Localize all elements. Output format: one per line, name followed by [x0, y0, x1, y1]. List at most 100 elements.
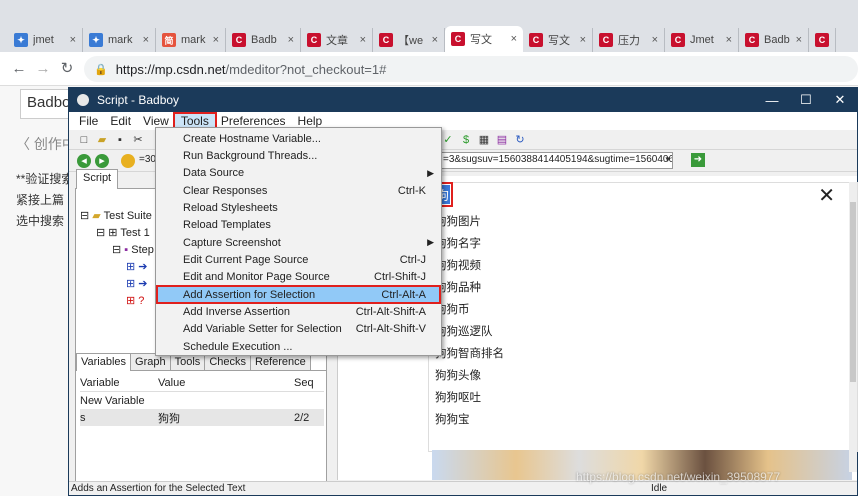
- grid-icon[interactable]: ▦: [477, 133, 491, 147]
- tab-close-icon[interactable]: ×: [288, 34, 294, 46]
- menu-item-schedule-execution[interactable]: Schedule Execution ...: [157, 338, 440, 355]
- browser-tab[interactable]: ✦ jmet ×: [8, 28, 83, 52]
- tree-node-suite[interactable]: ⊟ ▰ Test Suite: [80, 209, 152, 222]
- menu-item-shortcut: Ctrl-Alt-A: [381, 288, 426, 301]
- menu-edit[interactable]: Edit: [104, 114, 137, 128]
- menu-item-label: Reload Templates: [183, 219, 271, 232]
- tree-node-test[interactable]: ⊟ ⊞ Test 1: [96, 226, 150, 239]
- column-header[interactable]: Value: [158, 377, 294, 389]
- suggestion-item[interactable]: 狗狗智商排名: [435, 345, 504, 361]
- maximize-icon[interactable]: ☐: [789, 92, 823, 108]
- menu-item-reload-templates[interactable]: Reload Templates: [157, 217, 440, 234]
- menu-item-add-variable-setter-for-selection[interactable]: Add Variable Setter for Selection Ctrl-Al…: [157, 321, 440, 338]
- tab-close-icon[interactable]: ×: [796, 34, 802, 46]
- menu-view[interactable]: View: [137, 114, 175, 128]
- badboy-url-combo[interactable]: =3&sugsuv=1560388414405194&sugtime=15604…: [439, 152, 673, 169]
- tab-close-icon[interactable]: ×: [580, 34, 586, 46]
- menu-item-add-inverse-assertion[interactable]: Add Inverse Assertion Ctrl-Alt-Shift-A: [157, 304, 440, 321]
- menu-help[interactable]: Help: [292, 114, 329, 128]
- column-header[interactable]: Seq: [294, 377, 324, 389]
- tab-script[interactable]: Script: [76, 169, 119, 189]
- browser-tab[interactable]: ✦ mark ×: [83, 28, 156, 52]
- tab-variables[interactable]: Variables: [76, 353, 132, 371]
- menu-item-data-source[interactable]: Data Source ▶: [157, 165, 440, 182]
- tree-label: Step: [131, 244, 154, 256]
- forward-arrow-icon[interactable]: →: [34, 60, 52, 78]
- nav-forward-icon[interactable]: ▸: [95, 154, 109, 168]
- menu-item-edit-and-monitor-page-source[interactable]: Edit and Monitor Page Source Ctrl-Shift-J: [157, 269, 440, 286]
- browser-tab[interactable]: C Jmet ×: [665, 28, 739, 52]
- close-icon[interactable]: ✕: [823, 92, 857, 108]
- tab-close-icon[interactable]: ×: [726, 34, 732, 46]
- chart-icon[interactable]: ▤: [495, 133, 509, 147]
- browser-tab[interactable]: C 压力 ×: [593, 28, 665, 52]
- table-row[interactable]: New Variable: [80, 392, 324, 409]
- browser-tab[interactable]: Cb: [809, 28, 836, 52]
- minimize-icon[interactable]: —: [755, 93, 789, 108]
- table-row[interactable]: s 狗狗 2/2: [80, 409, 324, 426]
- clear-search-icon[interactable]: ✕: [818, 183, 835, 208]
- watermark-text: https://blog.csdn.net/weixin_39508977: [576, 470, 781, 484]
- back-to-drafts-link[interactable]: 〈 创作中: [16, 134, 76, 154]
- checkmark-icon[interactable]: ✓: [441, 133, 455, 147]
- vertical-scrollbar[interactable]: [849, 182, 857, 472]
- open-folder-icon[interactable]: ▰: [95, 133, 109, 147]
- menu-file[interactable]: File: [73, 114, 104, 128]
- menu-item-capture-screenshot[interactable]: Capture Screenshot ▶: [157, 234, 440, 251]
- menu-item-label: Add Assertion for Selection: [183, 288, 316, 301]
- menu-item-run-background-threads[interactable]: Run Background Threads...: [157, 147, 440, 164]
- tree-node-request[interactable]: ⊞ ➔: [126, 260, 148, 273]
- tree-node-request[interactable]: ⊞ ➔: [126, 277, 148, 290]
- browser-tab[interactable]: C Badb ×: [226, 28, 301, 52]
- tree-node-assertion[interactable]: ⊞ ?: [126, 294, 144, 307]
- go-arrow-icon[interactable]: ➜: [691, 153, 705, 167]
- tab-close-icon[interactable]: ×: [213, 34, 219, 46]
- menu-tools[interactable]: Tools: [172, 112, 217, 130]
- new-file-icon[interactable]: □: [77, 133, 91, 147]
- csdn-favicon-icon: C: [232, 33, 246, 47]
- browser-tab[interactable]: C 【we ×: [373, 28, 445, 52]
- tab-label: Badb: [251, 34, 277, 46]
- menu-item-shortcut: Ctrl-Shift-J: [374, 271, 426, 284]
- browser-tab[interactable]: 简 mark ×: [156, 28, 226, 52]
- refresh-icon[interactable]: ↻: [513, 133, 527, 147]
- browser-tab[interactable]: C 写文 ×: [445, 26, 523, 52]
- tab-close-icon[interactable]: ×: [143, 34, 149, 46]
- column-header[interactable]: Variable: [80, 377, 158, 389]
- chevron-down-icon[interactable]: ▾: [665, 154, 670, 165]
- dollar-icon[interactable]: $: [459, 133, 473, 147]
- browser-tab[interactable]: C 文章 ×: [301, 28, 373, 52]
- tab-close-icon[interactable]: ×: [511, 33, 517, 45]
- reload-icon[interactable]: ↻: [58, 60, 76, 78]
- suggestion-item[interactable]: 狗狗呕吐: [435, 389, 481, 405]
- menu-preferences[interactable]: Preferences: [215, 114, 292, 128]
- tab-close-icon[interactable]: ×: [432, 34, 438, 46]
- menu-item-label: Clear Responses: [183, 184, 268, 197]
- cut-icon[interactable]: ✂: [131, 133, 145, 147]
- browser-tab[interactable]: C Badb ×: [739, 28, 809, 52]
- suggestion-item[interactable]: 狗狗宝: [435, 411, 470, 427]
- menu-item-reload-stylesheets[interactable]: Reload Stylesheets: [157, 199, 440, 216]
- variables-table: Variable Value Seq New Variable s 狗狗 2/2: [80, 375, 324, 426]
- menu-item-create-hostname-variable[interactable]: Create Hostname Variable...: [157, 130, 440, 147]
- tab-close-icon[interactable]: ×: [652, 34, 658, 46]
- address-bar[interactable]: 🔒 https://mp.csdn.net/mdeditor?not_check…: [84, 56, 858, 82]
- paw-favicon-icon: ✦: [89, 33, 103, 47]
- tab-label: 写文: [548, 35, 570, 47]
- nav-back-icon[interactable]: ◂: [77, 154, 91, 168]
- url-field-prefix[interactable]: =30: [139, 154, 156, 165]
- badboy-title-bar: Script - Badboy — ☐ ✕: [69, 88, 857, 112]
- browser-tab[interactable]: C 写文 ×: [523, 28, 593, 52]
- menu-item-add-assertion-for-selection[interactable]: Add Assertion for Selection Ctrl-Alt-A: [156, 285, 441, 305]
- suggestion-item[interactable]: 狗狗巡逻队: [435, 323, 493, 339]
- save-icon[interactable]: ▪: [113, 133, 127, 147]
- tab-close-icon[interactable]: ×: [360, 34, 366, 46]
- menu-item-clear-responses[interactable]: Clear Responses Ctrl-K: [157, 182, 440, 199]
- tab-close-icon[interactable]: ×: [70, 34, 76, 46]
- back-arrow-icon[interactable]: ←: [10, 60, 28, 78]
- menu-item-edit-current-page-source[interactable]: Edit Current Page Source Ctrl-J: [157, 251, 440, 268]
- scrollbar-thumb[interactable]: [850, 202, 856, 382]
- csdn-favicon-icon: C: [529, 33, 543, 47]
- tree-node-step[interactable]: ⊟ ▪ Step: [112, 243, 154, 256]
- suggestion-item[interactable]: 狗狗头像: [435, 367, 481, 383]
